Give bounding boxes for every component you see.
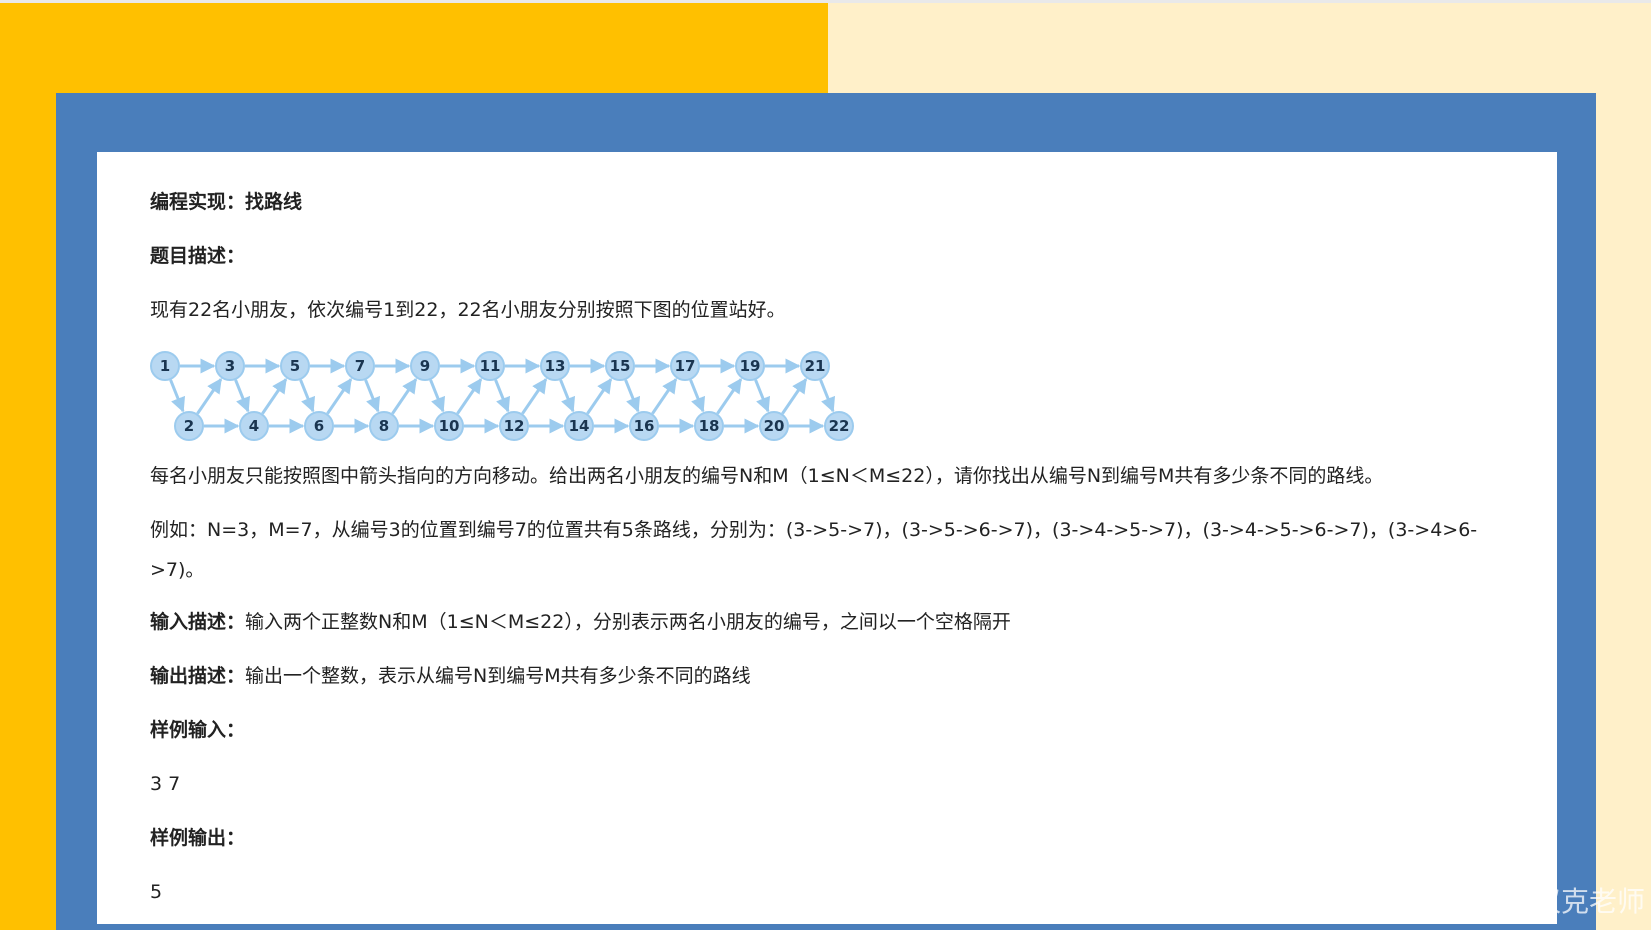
arrow-14-15 [586,377,613,415]
arrow-21-22 [819,379,836,413]
node-2: 2 [174,411,204,441]
sample-input-label: 样例输入： [150,719,246,741]
arrow-15-16 [624,379,641,413]
node-18: 18 [694,411,724,441]
sample-output-value: 5 [150,881,163,903]
node-3: 3 [215,351,245,381]
node-label: 5 [290,357,300,375]
input-label: 输入描述： [150,611,246,633]
node-19: 19 [735,351,765,381]
node-label: 14 [569,417,590,435]
node-label: 1 [160,357,170,375]
description-label: 题目描述： [150,245,246,267]
arrow-10-11 [456,377,483,415]
rule-text: 每名小朋友只能按照图中箭头指向的方向移动。给出两名小朋友的编号N和M（1≤N＜M… [150,465,1384,487]
node-8: 8 [369,411,399,441]
node-11: 11 [475,351,505,381]
node-7: 7 [345,351,375,381]
arrow-17-18 [689,379,706,413]
node-label: 3 [225,357,235,375]
node-label: 12 [504,417,525,435]
arrow-2-3 [196,377,223,415]
node-14: 14 [564,411,594,441]
node-1: 1 [150,351,180,381]
content-card: 编程实现：找路线 题目描述： 现有22名小朋友，依次编号1到22，22名小朋友分… [97,152,1557,924]
node-22: 22 [824,411,854,441]
arrow-5-6 [299,379,316,413]
node-12: 12 [499,411,529,441]
node-20: 20 [759,411,789,441]
arrow-1-2 [169,379,186,413]
arrow-4-5 [261,377,288,415]
node-label: 8 [379,417,389,435]
node-label: 20 [764,417,785,435]
node-label: 19 [740,357,761,375]
sample-output-label: 样例输出： [150,827,246,849]
node-17: 17 [670,351,700,381]
node-10: 10 [434,411,464,441]
node-label: 4 [249,417,259,435]
node-16: 16 [629,411,659,441]
node-label: 11 [480,357,501,375]
node-6: 6 [304,411,334,441]
input-description: 输入描述：输入两个正整数N和M（1≤N＜M≤22），分别表示两名小朋友的编号，之… [150,610,1011,634]
arrow-7-8 [364,379,381,413]
arrow-8-9 [391,377,418,415]
output-text: 输出一个整数，表示从编号N到编号M共有多少条不同的路线 [245,665,751,687]
children-path-diagram: 12345678910111213141516171819202122 [150,351,854,441]
top-border [0,0,1651,3]
arrow-19-20 [754,379,771,413]
output-description: 输出描述：输出一个整数，表示从编号N到编号M共有多少条不同的路线 [150,664,751,688]
node-9: 9 [410,351,440,381]
node-4: 4 [239,411,269,441]
arrow-12-13 [521,377,548,415]
csdn-watermark: CSDN @汉克老师 [1416,885,1645,918]
node-label: 13 [545,357,566,375]
node-label: 17 [675,357,696,375]
arrow-16-17 [651,377,678,415]
example-line-2: >7)。 [150,559,205,581]
node-label: 9 [420,357,430,375]
node-label: 6 [314,417,324,435]
arrow-6-7 [326,377,353,415]
node-label: 15 [610,357,631,375]
node-label: 7 [355,357,365,375]
node-15: 15 [605,351,635,381]
arrow-13-14 [559,379,576,413]
node-label: 18 [699,417,720,435]
arrow-11-12 [494,379,511,413]
intro-text: 现有22名小朋友，依次编号1到22，22名小朋友分别按照下图的位置站好。 [150,299,786,321]
problem-title: 编程实现：找路线 [150,191,303,213]
sample-input-value: 3 7 [150,773,181,795]
arrow-9-10 [429,379,446,413]
output-label: 输出描述： [150,665,246,687]
arrow-3-4 [234,379,251,413]
example-line-1: 例如：N=3，M=7，从编号3的位置到编号7的位置共有5条路线，分别为：(3->… [150,519,1478,541]
node-5: 5 [280,351,310,381]
node-label: 10 [439,417,460,435]
node-label: 22 [829,417,850,435]
node-21: 21 [800,351,830,381]
node-label: 16 [634,417,655,435]
node-13: 13 [540,351,570,381]
node-label: 21 [805,357,826,375]
node-label: 2 [184,417,194,435]
arrow-20-21 [781,377,808,415]
input-text: 输入两个正整数N和M（1≤N＜M≤22），分别表示两名小朋友的编号，之间以一个空… [245,611,1011,633]
arrow-18-19 [716,377,743,415]
